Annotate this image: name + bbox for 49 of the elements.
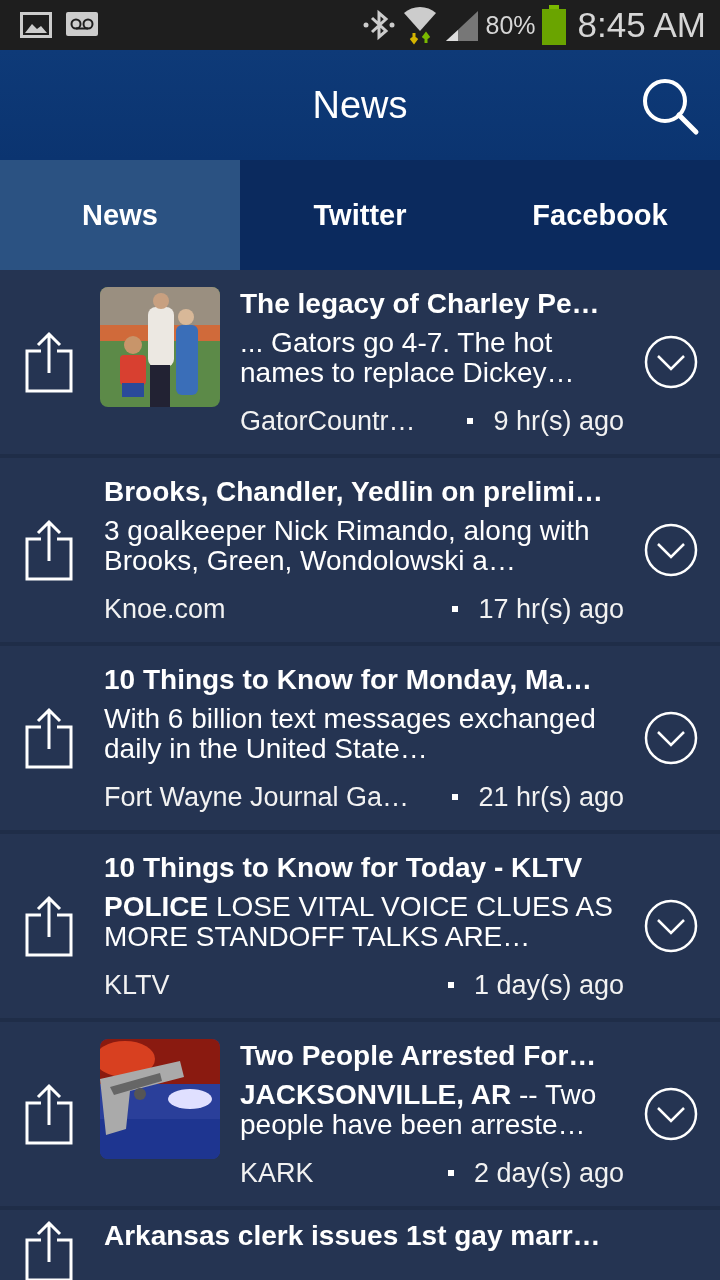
dot-separator xyxy=(467,418,474,424)
expand-button[interactable] xyxy=(644,523,698,577)
bluetooth-icon xyxy=(361,9,396,41)
expand-button[interactable] xyxy=(644,335,698,389)
expand-button[interactable] xyxy=(644,1087,698,1141)
article-title[interactable]: The legacy of Charley Pe… xyxy=(240,287,624,320)
tab[interactable]: Twitter xyxy=(240,160,480,270)
article-title[interactable]: 10 Things to Know for Monday, Ma… xyxy=(104,663,624,696)
share-button[interactable] xyxy=(24,1083,74,1145)
expand-button[interactable] xyxy=(644,711,698,765)
article-title[interactable]: 10 Things to Know for Today - KLTV xyxy=(104,851,624,884)
share-button[interactable] xyxy=(24,331,74,393)
article-source: KLTV xyxy=(104,969,171,1001)
tab[interactable]: Facebook xyxy=(480,160,720,270)
article-time: 1 day(s) ago xyxy=(473,969,624,1001)
gallery-icon xyxy=(20,12,52,38)
battery-percentage: 80% xyxy=(485,10,536,40)
share-button[interactable] xyxy=(24,519,74,581)
article-source: Knoe.com xyxy=(104,593,227,625)
article-title[interactable]: Two People Arrested For… xyxy=(240,1039,624,1072)
article-time: 9 hr(s) ago xyxy=(493,405,624,437)
search-button[interactable] xyxy=(640,76,700,136)
expand-button[interactable] xyxy=(644,899,698,953)
clock: 8:45 AM xyxy=(577,5,706,45)
article-snippet: 3 goalkeeper Nick Rimando, along with Brooks, Green, Wondolowski a… xyxy=(104,515,591,576)
article-time: 2 day(s) ago xyxy=(473,1157,624,1189)
article-time: 17 hr(s) ago xyxy=(478,593,624,625)
article-title[interactable]: Arkansas clerk issues 1st gay marr… xyxy=(104,1220,698,1252)
share-button[interactable] xyxy=(24,895,74,957)
wifi-icon xyxy=(401,5,438,45)
voicemail-icon xyxy=(66,12,98,36)
dot-separator xyxy=(447,1170,454,1176)
screen-title: News xyxy=(312,83,408,127)
article-snippet: POLICE LOSE VITAL VOICE CLUES AS MORE STANDOFF TALKS ARE… xyxy=(104,891,614,952)
article-source: Fort Wayne Journal Ga… xyxy=(104,781,411,813)
article-source: KARK xyxy=(240,1157,315,1189)
share-button[interactable] xyxy=(24,707,74,769)
tab[interactable]: News xyxy=(0,160,240,270)
article-source: GatorCountr… xyxy=(240,405,417,437)
battery-icon xyxy=(541,5,566,45)
share-button[interactable] xyxy=(24,1220,74,1280)
article-snippet: ... Gators go 4-7. The hot names to replace Dickey… xyxy=(240,327,576,388)
article-snippet: JACKSONVILLE, AR -- Two people have been arreste… xyxy=(240,1079,598,1140)
dot-separator xyxy=(452,606,459,612)
article-snippet: With 6 billion text messages exchanged daily in the United State… xyxy=(104,703,597,764)
dot-separator xyxy=(452,794,459,800)
article-time: 21 hr(s) ago xyxy=(478,781,624,813)
dot-separator xyxy=(447,982,454,988)
article-title[interactable]: Brooks, Chandler, Yedlin on prelimi… xyxy=(104,475,624,508)
